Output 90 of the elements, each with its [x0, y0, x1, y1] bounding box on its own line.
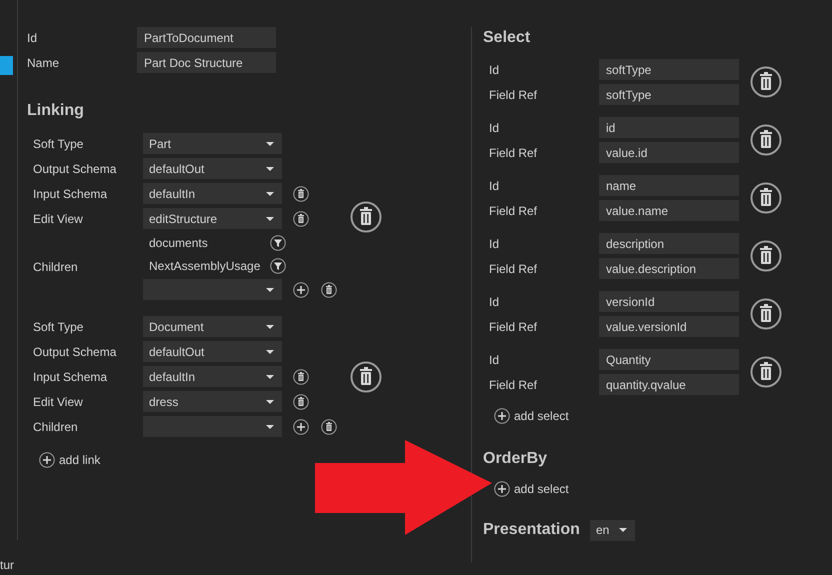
- field-label: Field Ref: [489, 376, 538, 394]
- dropdown[interactable]: editStructure: [143, 208, 282, 229]
- field-label: Input Schema: [33, 186, 108, 202]
- field-label: Id: [489, 178, 500, 194]
- caret-icon: [266, 324, 274, 328]
- caret-icon: [266, 288, 274, 292]
- delete-icon[interactable]: [750, 298, 782, 330]
- section-heading: OrderBy: [483, 449, 548, 469]
- delete-icon[interactable]: [350, 200, 382, 232]
- caret-icon: [266, 400, 274, 404]
- field-label: Output Schema: [33, 344, 118, 360]
- caret-icon: [619, 528, 627, 532]
- field-label: Input Schema: [33, 368, 108, 386]
- dropdown[interactable]: defaultOut: [143, 341, 282, 362]
- delete-icon[interactable]: [293, 210, 309, 226]
- caret-icon: [266, 166, 274, 170]
- text-field[interactable]: value.name: [599, 200, 739, 221]
- add-icon[interactable]: [293, 282, 309, 298]
- text-field[interactable]: value.description: [599, 258, 739, 279]
- add-icon[interactable]: [293, 418, 309, 434]
- field-label: Children: [33, 418, 79, 436]
- field-label: Edit View: [33, 210, 84, 228]
- dropdown[interactable]: en: [590, 520, 635, 540]
- section-heading: Presentation: [483, 520, 581, 540]
- delete-icon[interactable]: [350, 360, 382, 392]
- text-field[interactable]: name: [599, 175, 739, 196]
- field-label: Id: [489, 120, 500, 136]
- delete-icon[interactable]: [293, 186, 309, 202]
- delete-icon[interactable]: [750, 182, 782, 214]
- field-label: Field Ref: [489, 318, 538, 336]
- delete-icon[interactable]: [321, 418, 337, 434]
- field-label: Field Ref: [489, 144, 538, 162]
- text-field[interactable]: versionId: [599, 291, 739, 312]
- field-label: Id: [489, 294, 500, 310]
- text-field[interactable]: softType: [599, 59, 739, 80]
- field-label: Id: [489, 62, 500, 78]
- section-heading: Linking: [27, 101, 85, 121]
- text-field[interactable]: id: [599, 117, 739, 138]
- caret-icon: [266, 216, 274, 220]
- field-label: Id: [27, 30, 38, 46]
- caret-icon: [266, 192, 274, 196]
- dropdown[interactable]: defaultIn: [143, 183, 282, 204]
- field-label: Field Ref: [489, 202, 538, 220]
- add-link[interactable]: add link: [59, 451, 100, 469]
- add-icon[interactable]: [494, 481, 510, 497]
- add-icon[interactable]: [39, 452, 55, 468]
- dropdown[interactable]: defaultIn: [143, 366, 282, 387]
- sidebar-item-text[interactable]: tur: [0, 556, 14, 574]
- field-label: Id: [489, 352, 500, 368]
- caret-icon: [266, 374, 274, 378]
- dropdown[interactable]: Document: [143, 316, 282, 337]
- delete-icon[interactable]: [750, 356, 782, 388]
- text-field[interactable]: description: [599, 233, 739, 254]
- add-select[interactable]: add select: [514, 407, 569, 425]
- filter-icon[interactable]: [270, 258, 286, 274]
- list-item[interactable]: documents: [143, 234, 270, 252]
- caret-icon: [266, 424, 274, 428]
- text-field[interactable]: Quantity: [599, 349, 739, 370]
- field-label: Field Ref: [489, 86, 538, 104]
- text-field[interactable]: value.id: [599, 142, 739, 163]
- text-field[interactable]: quantity.qvalue: [599, 374, 739, 395]
- text-field[interactable]: PartToDocument: [137, 27, 276, 48]
- selection-marker: [0, 56, 13, 75]
- delete-icon[interactable]: [750, 240, 782, 272]
- field-label: Soft Type: [33, 136, 84, 152]
- field-label: Soft Type: [33, 318, 84, 336]
- list-item[interactable]: NextAssemblyUsage: [143, 256, 270, 274]
- caret-icon: [266, 142, 274, 146]
- field-label: Output Schema: [33, 160, 118, 178]
- field-label: Children: [33, 258, 79, 276]
- field-label: Edit View: [33, 394, 84, 410]
- text-field[interactable]: softType: [599, 84, 739, 105]
- filter-icon[interactable]: [270, 234, 286, 250]
- section-heading: Select: [483, 28, 532, 48]
- field-label: Id: [489, 236, 500, 252]
- field-label: Name: [27, 54, 60, 72]
- dropdown[interactable]: Part: [143, 133, 282, 154]
- dropdown[interactable]: dress: [143, 391, 282, 412]
- delete-icon[interactable]: [293, 394, 309, 410]
- caret-icon: [266, 350, 274, 354]
- delete-icon[interactable]: [321, 282, 337, 298]
- dropdown[interactable]: defaultOut: [143, 158, 282, 179]
- text-field[interactable]: value.versionId: [599, 316, 739, 337]
- delete-icon[interactable]: [750, 124, 782, 156]
- delete-icon[interactable]: [750, 66, 782, 98]
- field-label: Field Ref: [489, 260, 538, 278]
- text-field[interactable]: Part Doc Structure: [137, 52, 276, 73]
- add-select[interactable]: add select: [514, 480, 569, 498]
- delete-icon[interactable]: [293, 368, 309, 384]
- add-icon[interactable]: [494, 408, 510, 424]
